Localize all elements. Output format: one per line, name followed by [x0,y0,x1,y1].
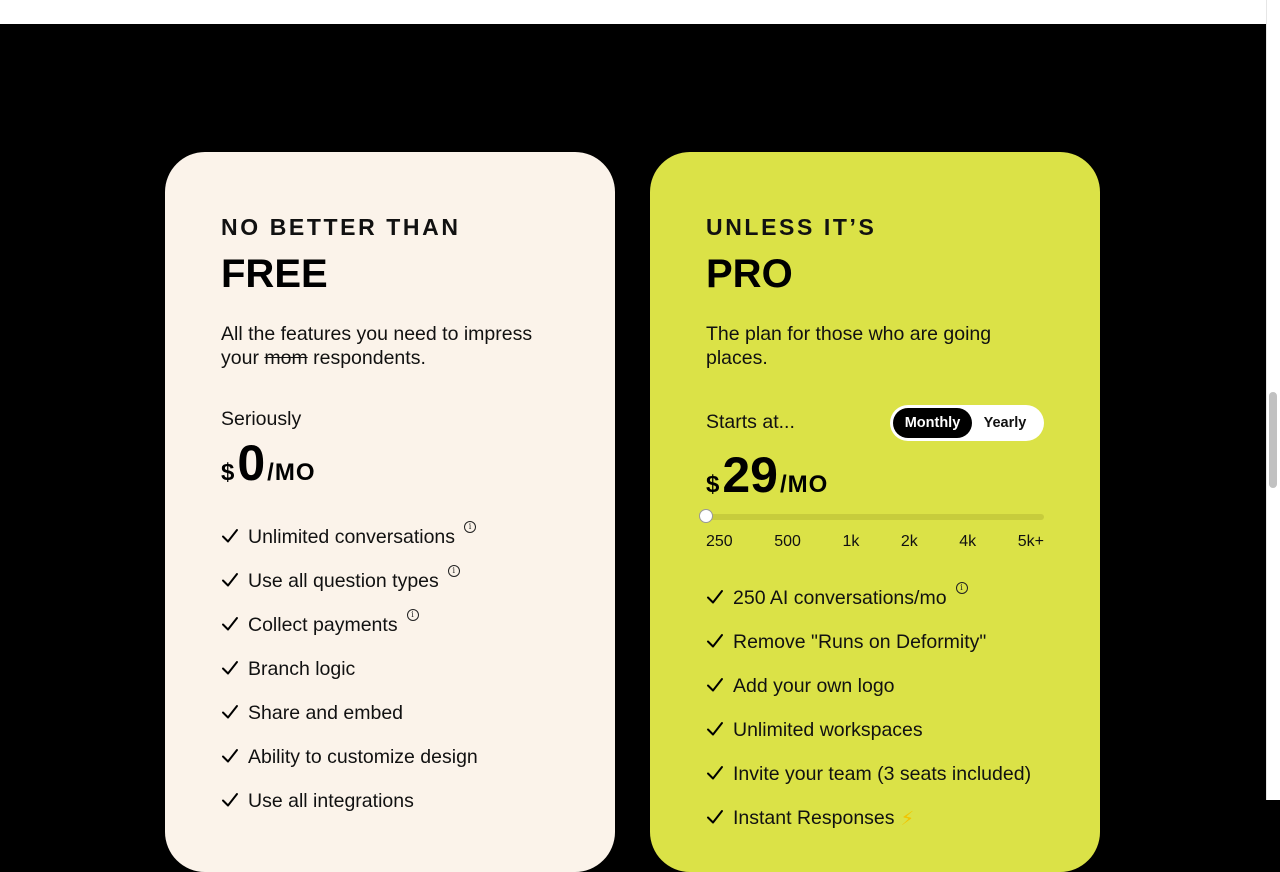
pro-plan-name: PRO [706,252,793,296]
page-scrollbar-thumb[interactable] [1269,392,1277,488]
feature-item: Ability to customize design [221,746,478,790]
free-desc-struck: mom [264,347,308,369]
slider-tick-label: 4k [959,533,977,550]
pro-price-amount: 29 [722,447,778,503]
lightning-icon: ⚡ [900,808,915,830]
slider-tick-label: 500 [774,533,801,550]
feature-item: Share and embed [221,702,478,746]
check-icon [707,634,723,648]
free-plan-name: FREE [221,252,328,296]
pro-plan-eyebrow: UNLESS IT’S [706,214,877,240]
pro-price-currency: $ [706,471,720,498]
pro-plan-card: UNLESS IT’S PRO The plan for those who a… [650,152,1100,872]
check-icon [222,705,238,719]
pro-price: $ 29 /MO [706,450,828,500]
feature-label: Share and embed [248,702,404,724]
feature-item: 250 AI conversations/mo i [706,582,1031,631]
check-icon [707,722,723,736]
info-icon[interactable]: i [406,609,419,621]
feature-item: Branch logic [221,658,478,702]
billing-yearly-option[interactable]: Yearly [972,408,1038,438]
check-icon [707,590,723,604]
pro-price-period: /MO [779,471,829,498]
check-icon [222,617,238,631]
feature-label: Invite your team (3 seats included) [733,763,1032,785]
info-icon[interactable]: i [464,521,477,533]
check-icon [222,749,238,763]
billing-period-toggle[interactable]: Monthly Yearly [890,405,1044,441]
feature-item: Invite your team (3 seats included) [706,763,1031,807]
pro-price-label: Starts at... [706,411,795,433]
feature-label: Add your own logo [733,675,895,697]
feature-label: 250 AI conversations/mo [733,587,947,609]
feature-label: Branch logic [248,658,356,680]
slider-thumb[interactable] [699,509,713,523]
check-icon [707,810,723,824]
check-icon [222,529,238,543]
feature-label: Instant Responses [733,807,895,829]
info-icon[interactable]: i [447,565,460,577]
free-plan-eyebrow: NO BETTER THAN [221,214,461,240]
free-price-currency: $ [221,459,235,486]
billing-monthly-option[interactable]: Monthly [893,408,972,438]
check-icon [707,766,723,780]
slider-tick-label: 5k+ [1017,533,1044,550]
pro-plan-description: The plan for those who are going places. [706,323,992,369]
check-icon [222,661,238,675]
pricing-section: NO BETTER THAN FREE All the features you… [0,24,1266,872]
check-icon [222,793,238,807]
feature-label: Unlimited workspaces [733,719,923,741]
browser-top-strip [0,0,1266,24]
free-plan-card: NO BETTER THAN FREE All the features you… [165,152,615,872]
slider-tick-label: 1k [842,533,860,550]
check-icon [707,678,723,692]
free-feature-list: Unlimited conversations i Use all question… [221,521,478,834]
feature-label: Remove "Runs on Deformity" [733,631,987,653]
free-price-amount: 0 [237,435,266,491]
free-desc-after: respondents. [307,347,426,369]
feature-item: Collect payments i [221,609,478,658]
feature-item: Unlimited conversations i [221,521,478,570]
conversation-volume-slider[interactable] [699,509,1044,523]
pro-feature-list: 250 AI conversations/mo i Remove "Runs on … [706,582,1031,851]
slider-tick-labels: 250 500 1k 2k 4k 5k+ [706,533,1044,551]
free-price: $ 0 /MO [221,438,316,488]
feature-label: Unlimited conversations [248,526,456,548]
feature-label: Collect payments [248,614,398,636]
feature-item: Use all integrations [221,790,478,834]
feature-label: Ability to customize design [248,746,478,768]
slider-tick-label: 250 [706,533,733,550]
feature-item: Use all question types i [221,565,478,614]
free-price-period: /MO [267,459,316,486]
feature-label: Use all integrations [248,790,414,812]
slider-tick-label: 2k [900,533,918,550]
feature-item: Instant Responses ⚡ [706,807,1031,851]
feature-item: Add your own logo [706,675,1031,719]
info-icon[interactable]: i [955,582,968,594]
feature-item: Unlimited workspaces [706,719,1031,763]
free-plan-description: All the features you need to impress you… [221,322,561,370]
feature-label: Use all question types [248,570,439,592]
check-icon [222,573,238,587]
free-price-label: Seriously [221,408,302,430]
feature-item: Remove "Runs on Deformity" [706,631,1031,675]
